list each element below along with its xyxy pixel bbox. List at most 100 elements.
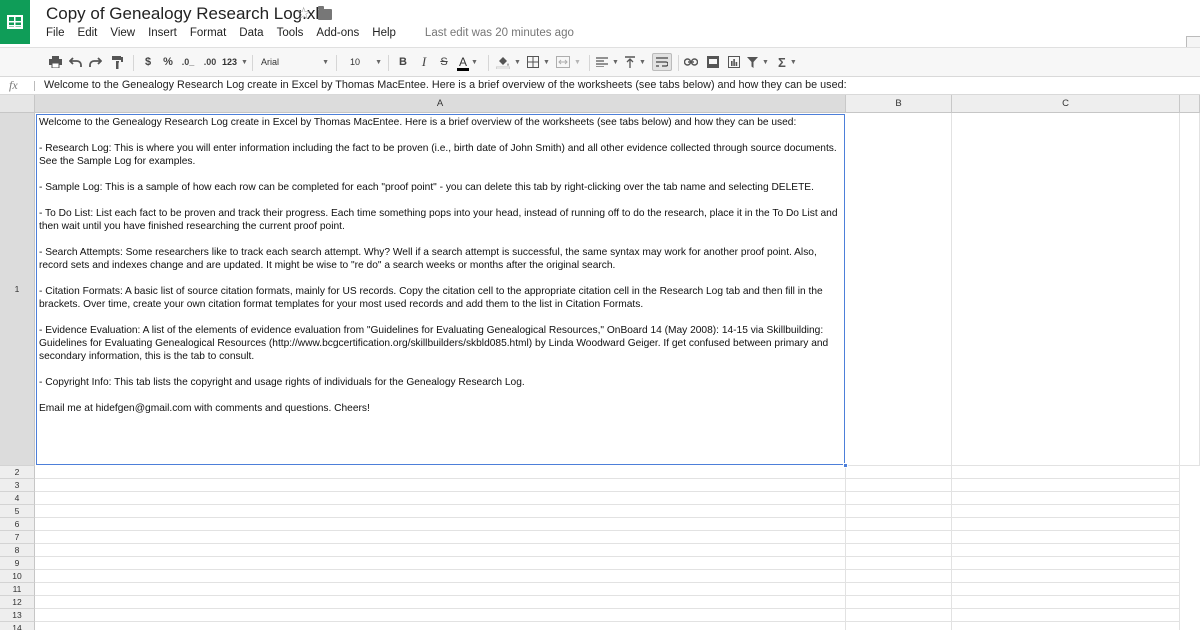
menu-insert[interactable]: Insert xyxy=(148,27,177,39)
sheets-logo-icon[interactable] xyxy=(0,0,30,44)
redo-icon[interactable] xyxy=(87,53,103,71)
grid-cell[interactable] xyxy=(846,505,952,518)
row-header-1[interactable]: 1 xyxy=(0,113,35,466)
grid-cell[interactable] xyxy=(35,583,846,596)
menu-edit[interactable]: Edit xyxy=(78,27,98,39)
wrap-text-button[interactable] xyxy=(652,53,672,71)
grid-cell[interactable] xyxy=(35,596,846,609)
bold-button[interactable]: B xyxy=(397,53,409,71)
font-family-dropdown[interactable]: Arial ▼ xyxy=(261,53,329,71)
row-header-10[interactable]: 10 xyxy=(0,570,35,583)
grid-cell[interactable] xyxy=(35,505,846,518)
column-header-b[interactable]: B xyxy=(846,95,952,113)
document-title[interactable]: Copy of Genealogy Research Log.xls xyxy=(46,4,328,24)
grid-cell[interactable] xyxy=(846,596,952,609)
borders-dropdown[interactable]: ▼ xyxy=(527,53,550,71)
grid-cell[interactable] xyxy=(952,557,1180,570)
grid-cell[interactable] xyxy=(952,609,1180,622)
grid-cell[interactable] xyxy=(35,492,846,505)
horizontal-align-dropdown[interactable]: ▼ xyxy=(596,53,619,71)
currency-button[interactable]: $ xyxy=(142,53,154,71)
column-header-c[interactable]: C xyxy=(952,95,1180,113)
formula-input[interactable]: Welcome to the Genealogy Research Log cr… xyxy=(44,79,847,91)
cell-c1[interactable] xyxy=(952,113,1180,466)
grid-cell[interactable] xyxy=(35,466,846,479)
grid-cell[interactable] xyxy=(846,479,952,492)
last-edit-status[interactable]: Last edit was 20 minutes ago xyxy=(425,27,574,39)
grid-cell[interactable] xyxy=(952,531,1180,544)
select-all-corner[interactable] xyxy=(0,95,35,113)
strikethrough-button[interactable]: S xyxy=(438,53,450,71)
paint-format-icon[interactable] xyxy=(109,53,125,71)
grid-cell[interactable] xyxy=(35,570,846,583)
functions-dropdown[interactable]: Σ ▼ xyxy=(778,53,797,71)
column-header-d[interactable] xyxy=(1180,95,1200,113)
grid-cell[interactable] xyxy=(35,518,846,531)
menu-addons[interactable]: Add-ons xyxy=(316,27,359,39)
fill-handle[interactable] xyxy=(843,463,848,468)
menu-format[interactable]: Format xyxy=(190,27,226,39)
insert-chart-icon[interactable] xyxy=(726,53,742,71)
grid-cell[interactable] xyxy=(35,609,846,622)
text-color-dropdown[interactable]: A ▼ xyxy=(456,53,478,71)
column-header-a[interactable]: A xyxy=(35,95,846,113)
row-header-14[interactable]: 14 xyxy=(0,622,35,630)
row-header-13[interactable]: 13 xyxy=(0,609,35,622)
grid-cell[interactable] xyxy=(952,505,1180,518)
menu-data[interactable]: Data xyxy=(239,27,263,39)
folder-icon[interactable] xyxy=(318,6,332,20)
cell-d1[interactable] xyxy=(1180,113,1200,466)
insert-comment-icon[interactable] xyxy=(705,53,721,71)
grid-cell[interactable] xyxy=(952,596,1180,609)
grid-cell[interactable] xyxy=(846,518,952,531)
print-icon[interactable] xyxy=(47,53,63,71)
grid-cell[interactable] xyxy=(952,466,1180,479)
grid-cell[interactable] xyxy=(952,622,1180,630)
font-size-dropdown[interactable]: 10 ▼ xyxy=(350,53,382,71)
merge-cells-dropdown[interactable]: ▼ xyxy=(556,53,581,71)
row-header-2[interactable]: 2 xyxy=(0,466,35,479)
grid-cell[interactable] xyxy=(846,583,952,596)
grid-cell[interactable] xyxy=(35,544,846,557)
row-header-12[interactable]: 12 xyxy=(0,596,35,609)
grid-cell[interactable] xyxy=(846,531,952,544)
vertical-align-dropdown[interactable]: ▼ xyxy=(625,53,646,71)
menu-tools[interactable]: Tools xyxy=(277,27,304,39)
row-header-7[interactable]: 7 xyxy=(0,531,35,544)
grid-cell[interactable] xyxy=(846,622,952,630)
decrease-decimal-button[interactable]: .0_ xyxy=(178,53,198,71)
grid-cell[interactable] xyxy=(846,492,952,505)
insert-link-icon[interactable] xyxy=(683,53,699,71)
star-icon[interactable]: ☆ xyxy=(296,4,311,24)
grid-cell[interactable] xyxy=(35,479,846,492)
menu-help[interactable]: Help xyxy=(372,27,396,39)
menu-view[interactable]: View xyxy=(110,27,135,39)
grid-cell[interactable] xyxy=(952,518,1180,531)
grid-cell[interactable] xyxy=(952,570,1180,583)
row-header-11[interactable]: 11 xyxy=(0,583,35,596)
grid-cell[interactable] xyxy=(846,570,952,583)
italic-button[interactable]: I xyxy=(418,53,430,71)
grid-cell[interactable] xyxy=(952,544,1180,557)
undo-icon[interactable] xyxy=(67,53,83,71)
grid-cell[interactable] xyxy=(35,531,846,544)
cell-b1[interactable] xyxy=(846,113,952,466)
number-format-dropdown[interactable]: 123 ▼ xyxy=(222,53,248,71)
grid-cell[interactable] xyxy=(952,583,1180,596)
grid-cell[interactable] xyxy=(35,622,846,630)
row-header-4[interactable]: 4 xyxy=(0,492,35,505)
row-header-3[interactable]: 3 xyxy=(0,479,35,492)
menu-file[interactable]: File xyxy=(46,27,65,39)
percent-button[interactable]: % xyxy=(162,53,174,71)
grid-cell[interactable] xyxy=(952,479,1180,492)
grid-cell[interactable] xyxy=(846,544,952,557)
grid-cell[interactable] xyxy=(952,492,1180,505)
row-header-5[interactable]: 5 xyxy=(0,505,35,518)
cell-a1-selected[interactable]: Welcome to the Genealogy Research Log cr… xyxy=(36,114,845,465)
row-header-9[interactable]: 9 xyxy=(0,557,35,570)
grid-cell[interactable] xyxy=(846,609,952,622)
row-header-6[interactable]: 6 xyxy=(0,518,35,531)
row-header-8[interactable]: 8 xyxy=(0,544,35,557)
filter-dropdown[interactable]: ▼ xyxy=(747,53,769,71)
increase-decimal-button[interactable]: .00 xyxy=(200,53,220,71)
